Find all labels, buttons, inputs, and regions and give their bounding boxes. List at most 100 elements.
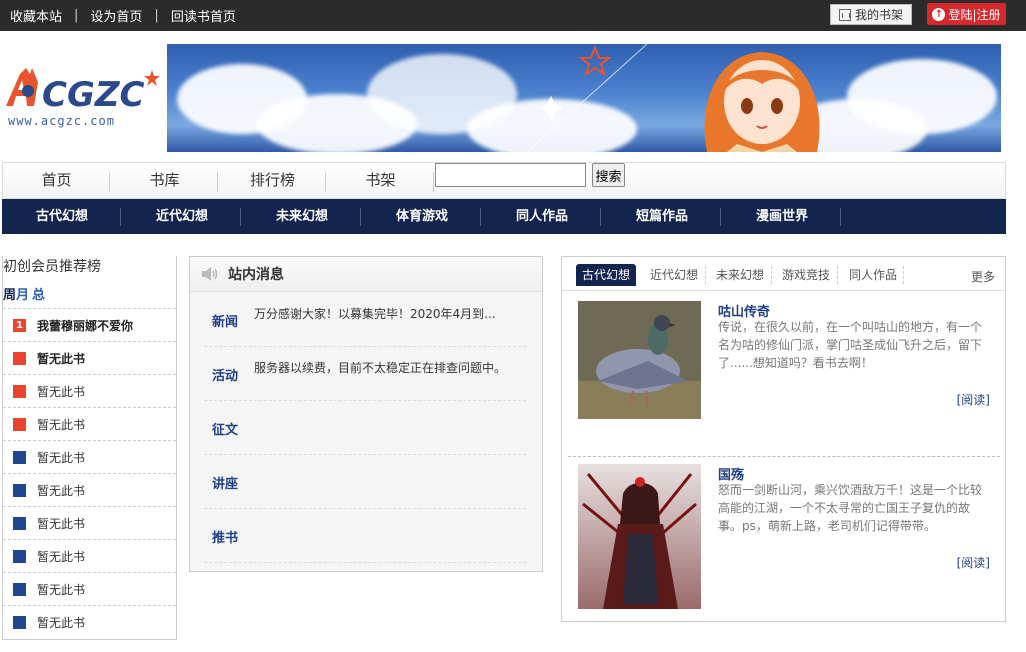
ranking-item[interactable]: 1 我蕾穆丽娜不爱你 <box>3 308 176 341</box>
ranking-book-name[interactable]: 暂无此书 <box>37 383 85 400</box>
tab-week[interactable]: 周 <box>3 288 16 303</box>
ranking-book-name[interactable]: 暂无此书 <box>37 449 85 466</box>
category-future-fantasy[interactable]: 未来幻想 <box>242 199 362 234</box>
ranking-item[interactable]: 暂无此书 <box>3 374 176 407</box>
top-bar: 收藏本站 | 设为首页 | 回读书首页 我的书架 ↑ 登陆|注册 <box>0 0 1026 31</box>
bookmark-site-link[interactable]: 收藏本站 <box>10 6 62 25</box>
nav-home[interactable]: 首页 <box>3 163 110 198</box>
news-message[interactable]: 万分感谢大家！以募集完毕！2020年4月到... <box>254 305 496 322</box>
ranking-book-name[interactable]: 暂无此书 <box>37 416 85 433</box>
speaker-icon <box>202 267 218 281</box>
category-divider <box>480 208 481 226</box>
tab-ancient-fantasy[interactable]: 古代幻想 <box>576 264 636 286</box>
back-home-link[interactable]: 回读书首页 <box>171 6 236 25</box>
ranking-book-name[interactable]: 暂无此书 <box>37 482 85 499</box>
rank-number-badge <box>13 615 26 629</box>
rank-number-badge <box>13 417 26 431</box>
ranking-item[interactable]: 暂无此书 <box>3 572 176 605</box>
news-row: 征文 <box>204 401 526 455</box>
tab-total[interactable]: 总 <box>32 288 45 303</box>
category-divider <box>120 208 121 226</box>
book-item: 咕山传奇 传说，在很久以前，在一个叫咕山的地方，有一个名为咕的修仙门派，掌门咕圣… <box>568 301 1000 451</box>
top-links: 收藏本站 | 设为首页 | 回读书首页 <box>10 0 236 31</box>
rank-number-badge <box>13 384 26 398</box>
category-short-works[interactable]: 短篇作品 <box>602 199 722 234</box>
search-input[interactable] <box>435 163 586 187</box>
book-item: 国殇 怒而一剑断山河，乘兴饮酒敌万千！这是一个比较高能的江湖，一个不太寻常的亡国… <box>568 464 1000 614</box>
ranking-book-name[interactable]: 暂无此书 <box>37 350 85 367</box>
rank-number-badge <box>13 516 26 530</box>
ranking-book-name[interactable]: 我蕾穆丽娜不爱你 <box>37 317 133 334</box>
ranking-item[interactable]: 暂无此书 <box>3 440 176 473</box>
category-comic-world[interactable]: 漫画世界 <box>722 199 842 234</box>
ranking-item[interactable]: 暂无此书 <box>3 341 176 374</box>
category-fan-works[interactable]: 同人作品 <box>482 199 602 234</box>
set-homepage-link[interactable]: 设为首页 <box>90 6 142 25</box>
more-link[interactable]: 更多 <box>971 268 995 285</box>
news-category-label[interactable]: 新闻 <box>212 311 238 330</box>
news-category-label[interactable]: 讲座 <box>212 473 238 492</box>
featured-books-panel: 古代幻想 近代幻想 未来幻想 游戏竞技 同人作品 更多 咕山传奇 传说，在很久以 <box>561 256 1006 622</box>
book-cover[interactable] <box>578 464 701 609</box>
tab-modern-fantasy[interactable]: 近代幻想 <box>644 264 704 286</box>
rank-number-badge <box>13 450 26 464</box>
tab-game-sports[interactable]: 游戏竞技 <box>776 264 836 286</box>
read-link[interactable]: [阅读] <box>957 391 990 408</box>
tab-fan-works[interactable]: 同人作品 <box>843 264 903 286</box>
category-divider <box>720 208 721 226</box>
ranking-book-name[interactable]: 暂无此书 <box>37 614 85 631</box>
tab-month[interactable]: 月 <box>16 288 29 303</box>
category-divider <box>840 208 841 226</box>
nav-ranking[interactable]: 排行榜 <box>219 163 326 198</box>
site-logo[interactable]: CGZC www.acgzc.com <box>2 64 162 134</box>
nav-bookshelf[interactable]: 书架 <box>327 163 434 198</box>
rank-number-badge <box>13 483 26 497</box>
search-button[interactable]: 搜索 <box>592 163 625 187</box>
rank-number-badge <box>13 351 26 365</box>
nav-library[interactable]: 书库 <box>111 163 218 198</box>
news-category-label[interactable]: 推书 <box>212 527 238 546</box>
ranking-title: 初创会员推荐榜 <box>3 259 101 275</box>
tab-divider <box>903 266 904 284</box>
site-news-panel: 站内消息 新闻 万分感谢大家！以募集完毕！2020年4月到... 活动 服务器以续费，… <box>189 256 543 572</box>
book-description: 怒而一剑断山河，乘兴饮酒敌万千！这是一个比较高能的江湖，一个不太寻常的亡国王子复… <box>718 483 983 533</box>
category-bar: 古代幻想 近代幻想 未来幻想 体育游戏 同人作品 短篇作品 漫画世界 <box>2 199 1006 234</box>
ranking-item[interactable]: 暂无此书 <box>3 407 176 440</box>
ranking-list: 1 我蕾穆丽娜不爱你 暂无此书 暂无此书 暂无此书 暂无此书 暂无此书 暂无此书 暂无此书 暂无此… <box>3 308 176 638</box>
category-divider <box>240 208 241 226</box>
ranking-book-name[interactable]: 暂无此书 <box>37 515 85 532</box>
login-register-button[interactable]: ↑ 登陆|注册 <box>927 3 1006 25</box>
news-title: 站内消息 <box>228 267 284 283</box>
ranking-item[interactable]: 暂无此书 <box>3 473 176 506</box>
tab-divider <box>837 266 838 284</box>
read-link[interactable]: [阅读] <box>957 554 990 571</box>
sparkle-decoration <box>526 44 648 152</box>
bookshelf-icon <box>838 8 851 21</box>
book-cover[interactable] <box>578 301 701 419</box>
news-row: 活动 服务器以续费，目前不太稳定正在排查问题中。 <box>204 347 526 401</box>
news-message[interactable]: 服务器以续费，目前不太稳定正在排查问题中。 <box>254 359 506 376</box>
my-bookshelf-label: 我的书架 <box>854 8 903 22</box>
ranking-item[interactable]: 暂无此书 <box>3 539 176 572</box>
nav-divider <box>217 172 218 192</box>
ranking-book-name[interactable]: 暂无此书 <box>37 581 85 598</box>
tab-future-fantasy[interactable]: 未来幻想 <box>710 264 770 286</box>
svg-text:CGZC: CGZC <box>42 75 145 115</box>
news-row: 讲座 <box>204 455 526 509</box>
news-header: 站内消息 <box>190 257 542 292</box>
arrow-up-icon: ↑ <box>932 7 946 21</box>
news-category-label[interactable]: 征文 <box>212 419 238 438</box>
ranking-item[interactable]: 暂无此书 <box>3 605 176 638</box>
login-register-label: 登陆|注册 <box>948 7 1001 22</box>
rank-number-badge <box>13 582 26 596</box>
category-modern-fantasy[interactable]: 近代幻想 <box>122 199 242 234</box>
header-banner <box>167 44 1001 152</box>
my-bookshelf-button[interactable]: 我的书架 <box>830 4 912 25</box>
book-separator <box>568 456 1000 457</box>
ranking-book-name[interactable]: 暂无此书 <box>37 548 85 565</box>
logo-url: www.acgzc.com <box>8 114 115 128</box>
ranking-item[interactable]: 暂无此书 <box>3 506 176 539</box>
news-category-label[interactable]: 活动 <box>212 365 238 384</box>
category-ancient-fantasy[interactable]: 古代幻想 <box>2 199 122 234</box>
category-sports-games[interactable]: 体育游戏 <box>362 199 482 234</box>
